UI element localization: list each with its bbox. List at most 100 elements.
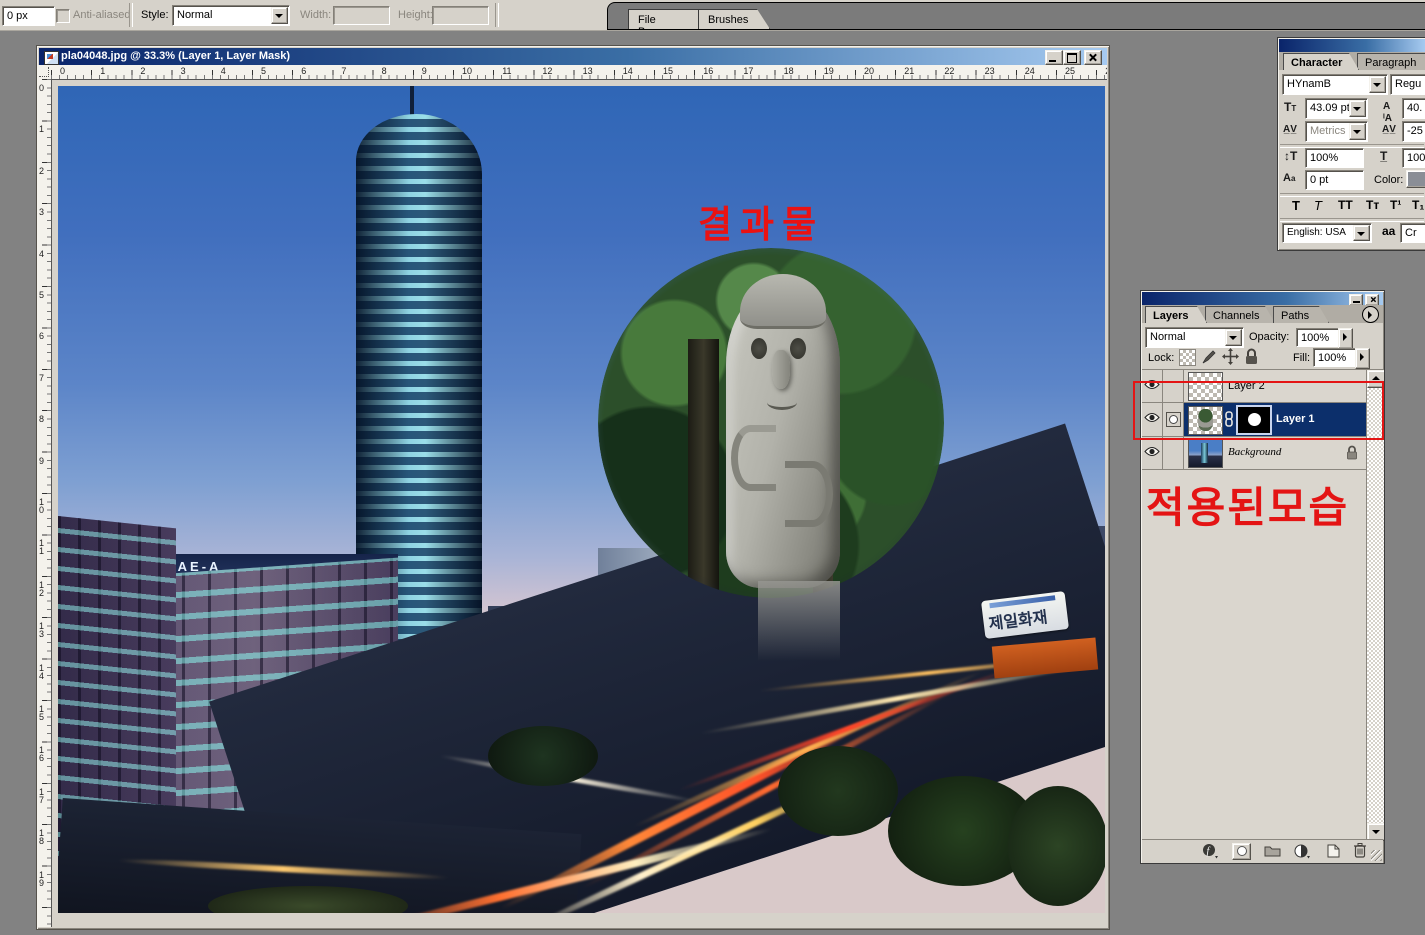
- horizontal-scale-input[interactable]: 100: [1402, 148, 1425, 168]
- all-caps-button[interactable]: TT: [1338, 198, 1353, 212]
- ruler-number: 13: [583, 66, 593, 76]
- maximize-button[interactable]: [1063, 50, 1081, 65]
- faux-italic-button[interactable]: T: [1314, 198, 1322, 213]
- jeil-sign-text: 제일화재: [987, 603, 1048, 634]
- tab-brushes[interactable]: Brushes: [698, 9, 770, 29]
- opacity-label: Opacity:: [1249, 331, 1289, 343]
- adjustment-layer-button[interactable]: [1294, 843, 1310, 859]
- font-family-dropdown[interactable]: HYnamB: [1282, 74, 1388, 95]
- tab-paths[interactable]: Paths: [1273, 306, 1329, 323]
- tab-character[interactable]: Character: [1283, 53, 1359, 70]
- lock-transparency-icon[interactable]: [1179, 349, 1196, 366]
- vertical-scale-input[interactable]: 100%: [1305, 148, 1364, 168]
- anti-aliased-checkbox[interactable]: [56, 9, 70, 23]
- document-window: pla04048.jpg @ 33.3% (Layer 1, Layer Mas…: [36, 45, 1110, 930]
- text-color-swatch[interactable]: [1406, 170, 1425, 188]
- font-style-dropdown[interactable]: Regu: [1390, 74, 1425, 95]
- document-icon: [44, 51, 59, 65]
- layers-scrollbar[interactable]: [1366, 370, 1384, 839]
- background-name[interactable]: Background: [1228, 446, 1281, 458]
- character-palette-titlebar[interactable]: [1279, 39, 1425, 52]
- baseline-shift-input[interactable]: 0 pt: [1305, 170, 1364, 190]
- document-titlebar[interactable]: pla04048.jpg @ 33.3% (Layer 1, Layer Mas…: [39, 48, 1107, 65]
- kerning-dropdown[interactable]: Metrics: [1305, 121, 1368, 142]
- fill-value: 100%: [1314, 349, 1356, 364]
- height-label: Height:: [398, 9, 433, 21]
- applied-annotation-text: 적용된모습: [1146, 474, 1349, 535]
- new-layer-button[interactable]: [1326, 843, 1341, 858]
- lock-label: Lock:: [1148, 352, 1174, 364]
- antialias-dropdown[interactable]: Cr: [1400, 223, 1425, 243]
- ruler-number: 2: [1105, 66, 1107, 76]
- tracking-value: -25: [1403, 122, 1425, 137]
- language-dropdown[interactable]: English: USA: [1282, 223, 1372, 243]
- tab-paragraph[interactable]: Paragraph: [1357, 53, 1425, 70]
- new-group-button[interactable]: [1264, 843, 1281, 858]
- delete-layer-button[interactable]: [1353, 842, 1367, 858]
- subscript-button[interactable]: T₁: [1412, 198, 1424, 212]
- horizontal-ruler[interactable]: 0123456789101112131415161718192021222324…: [51, 65, 1107, 80]
- visibility-cell[interactable]: [1142, 437, 1163, 469]
- ruler-number: 21: [904, 66, 914, 76]
- ruler-number: 1 9: [39, 871, 44, 887]
- layer-row-background[interactable]: Background: [1142, 437, 1368, 470]
- style-dropdown[interactable]: Normal: [172, 5, 290, 26]
- height-input[interactable]: [432, 6, 489, 25]
- fill-input[interactable]: 100%: [1313, 348, 1357, 367]
- blend-mode-arrow-icon[interactable]: [1225, 329, 1242, 346]
- ruler-origin-corner[interactable]: [37, 65, 52, 80]
- ruler-number: 1 3: [39, 622, 44, 638]
- language-arrow-icon[interactable]: [1353, 225, 1370, 241]
- ruler-number: 3: [181, 66, 186, 76]
- tab-channels[interactable]: Channels: [1205, 306, 1275, 323]
- style-dropdown-arrow-icon[interactable]: [271, 7, 288, 24]
- opacity-input[interactable]: 100%: [1296, 328, 1340, 347]
- background-thumbnail[interactable]: [1188, 439, 1223, 468]
- minimize-icon: [1046, 51, 1062, 64]
- document-canvas[interactable]: SAE-A 제일화재: [58, 86, 1105, 913]
- lock-all-icon[interactable]: [1244, 348, 1259, 365]
- ruler-number: 17: [743, 66, 753, 76]
- kerning-arrow-icon[interactable]: [1349, 123, 1366, 140]
- layers-palette-titlebar[interactable]: [1142, 292, 1383, 305]
- leading-dropdown[interactable]: 40.: [1402, 98, 1425, 119]
- faux-bold-button[interactable]: T: [1292, 198, 1300, 213]
- lock-position-icon[interactable]: [1222, 348, 1239, 365]
- palette-menu-button[interactable]: [1362, 306, 1379, 323]
- character-palette: Character Paragraph HYnamB Regu TT 43.09…: [1277, 37, 1425, 251]
- eye-icon[interactable]: [1144, 446, 1160, 457]
- close-button[interactable]: [1084, 50, 1102, 65]
- width-input[interactable]: [333, 6, 390, 25]
- tracking-dropdown[interactable]: -25: [1402, 121, 1425, 142]
- feather-input[interactable]: 0 px: [2, 6, 55, 26]
- lock-pixels-icon[interactable]: [1201, 348, 1218, 365]
- character-separator-2: [1280, 193, 1424, 197]
- layer-style-button[interactable]: f: [1202, 843, 1218, 859]
- layer1-highlight-rectangle: [1133, 381, 1384, 440]
- statue-arm-right: [785, 461, 833, 527]
- add-layer-mask-button[interactable]: [1232, 843, 1251, 860]
- ruler-number: 1 8: [39, 829, 44, 845]
- blend-mode-dropdown[interactable]: Normal: [1145, 327, 1244, 348]
- font-size-dropdown[interactable]: 43.09 pt: [1305, 98, 1368, 119]
- small-caps-button[interactable]: Tᴛ: [1366, 198, 1379, 212]
- tab-layers[interactable]: Layers: [1145, 306, 1207, 323]
- font-family-arrow-icon[interactable]: [1369, 76, 1386, 93]
- superscript-button[interactable]: T¹: [1390, 198, 1401, 212]
- fill-label: Fill:: [1293, 352, 1310, 364]
- link-cell[interactable]: [1163, 437, 1184, 469]
- ruler-number: 0: [39, 84, 44, 92]
- resize-grip[interactable]: [1371, 850, 1382, 861]
- ruler-number: 1 6: [39, 746, 44, 762]
- minimize-button[interactable]: [1045, 50, 1063, 65]
- photoshop-workspace: 0 px Anti-aliased Style: Normal Width: H…: [0, 0, 1425, 935]
- font-size-icon: TT: [1284, 101, 1296, 115]
- fill-slider-button[interactable]: [1355, 348, 1370, 369]
- opacity-slider-button[interactable]: [1338, 328, 1353, 349]
- style-label: Style:: [141, 9, 169, 21]
- tree-cluster: [778, 746, 898, 836]
- statue-vignette: [598, 248, 944, 598]
- ruler-number: 25: [1065, 66, 1075, 76]
- font-size-arrow-icon[interactable]: [1349, 100, 1366, 117]
- vertical-ruler[interactable]: 01234567891 01 11 21 31 41 51 61 71 81 9: [37, 79, 52, 927]
